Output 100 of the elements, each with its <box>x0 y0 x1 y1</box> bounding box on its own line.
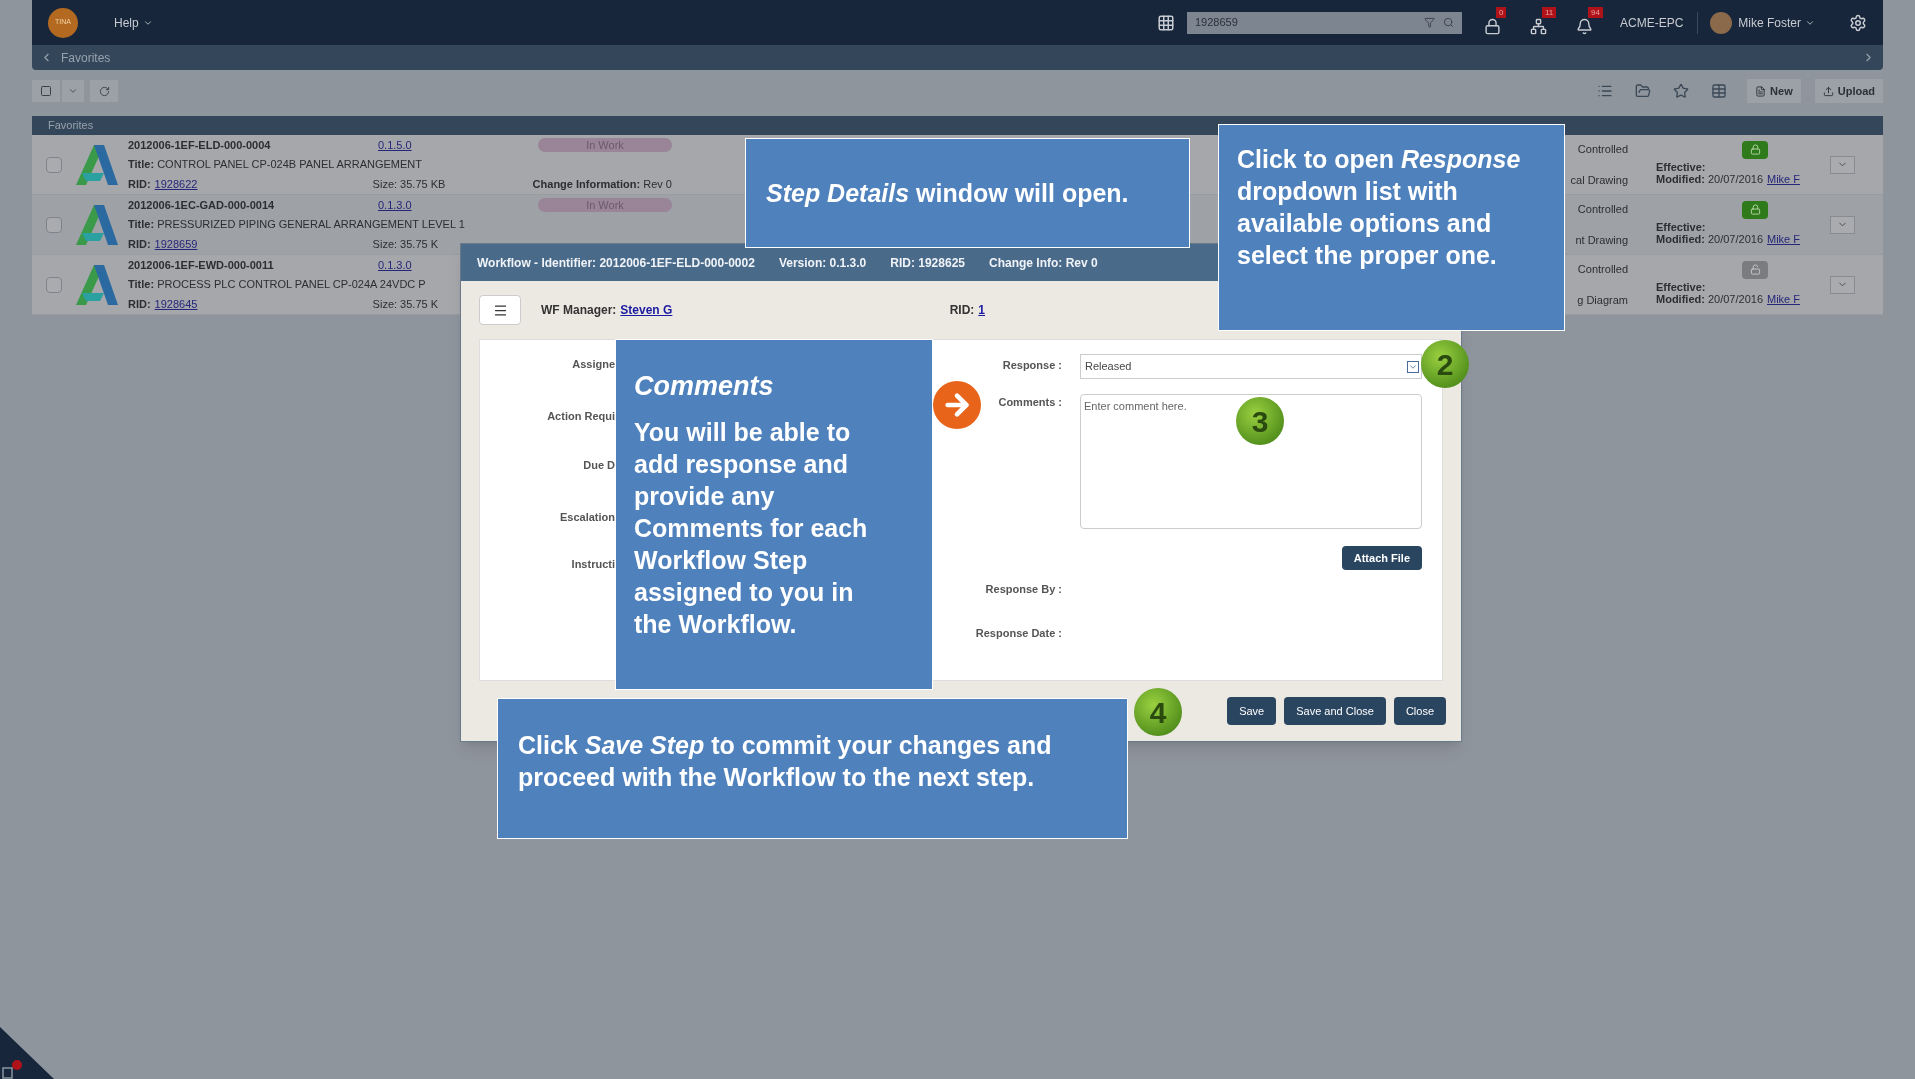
version-link[interactable]: 0.1.5.0 <box>378 136 538 154</box>
rid-link[interactable]: 1928659 <box>154 235 373 253</box>
row-menu-button[interactable] <box>1830 155 1855 174</box>
dialog-button[interactable]: Save <box>1227 697 1277 725</box>
select-all-checkbox[interactable] <box>32 80 60 102</box>
rid-link[interactable]: 1928622 <box>154 175 373 193</box>
document-state: Controlled <box>1577 261 1628 277</box>
manager-label: WF Manager: <box>541 302 617 319</box>
document-type: g Diagram <box>1577 293 1628 308</box>
star-icon[interactable] <box>1673 83 1690 99</box>
document-type: cal Drawing <box>1570 173 1628 188</box>
dialog-header-text: Version: 0.1.3.0 <box>778 254 867 272</box>
user-menu[interactable]: Mike Foster <box>1738 13 1815 32</box>
upload-button[interactable]: Upload <box>1814 79 1883 103</box>
dialog-button[interactable]: Close <box>1393 697 1446 725</box>
document-state: Controlled <box>1577 201 1628 217</box>
count-badge: 0 <box>1495 6 1507 18</box>
menu-button[interactable] <box>479 295 521 325</box>
field-label: Action Requi <box>547 408 615 424</box>
file-size: Size: 35.75 KB <box>372 177 446 190</box>
dialog-header-text: RID: 1928625 <box>890 254 965 272</box>
rid-label: RID: <box>128 236 151 252</box>
autodesk-logo-icon <box>74 202 120 247</box>
attach-file-button[interactable]: Attach File <box>1341 546 1422 570</box>
document-type: nt Drawing <box>1575 233 1628 248</box>
lock-icon <box>1749 204 1761 215</box>
unlocked-icon <box>1749 264 1761 275</box>
document-id: 2012006-1EF-ELD-000-0004 <box>128 137 272 153</box>
field-label: Instructi <box>571 557 615 572</box>
modified-date: Modified: 20/07/2016 <box>1656 172 1763 185</box>
document-id: 2012006-1EC-GAD-000-0014 <box>128 197 276 213</box>
document-title: Title: PROCESS PLC CONTROL PANEL CP-024A 24VDC P <box>128 277 427 293</box>
lock-icon[interactable] <box>1483 17 1501 35</box>
file-size: Size: 35.75 K <box>372 237 439 250</box>
effective-label: Effective: <box>1656 160 1707 173</box>
document-icon <box>1755 85 1767 97</box>
autodesk-logo-icon <box>74 142 120 187</box>
callout-title: Comments <box>634 370 775 402</box>
rid-link[interactable]: 1 <box>978 301 985 319</box>
dialog-button[interactable]: Save and Close <box>1284 697 1386 725</box>
locked-badge[interactable] <box>1742 200 1768 219</box>
settings-icon[interactable] <box>1849 13 1867 32</box>
folder-icon[interactable] <box>1635 83 1652 99</box>
response-dropdown[interactable]: Released <box>1080 354 1422 379</box>
response-value: Released <box>1085 359 1133 375</box>
rid-link[interactable]: 1928645 <box>154 295 373 313</box>
refresh-button[interactable] <box>90 80 118 102</box>
upload-icon <box>1822 85 1834 97</box>
document-title: Title: PRESSURIZED PIPING GENERAL ARRANGEMENT LEVEL 1 <box>128 217 466 233</box>
panel-title: Favorites <box>48 118 94 134</box>
row-menu-button[interactable] <box>1830 215 1855 234</box>
manager-link[interactable]: Steven G <box>620 301 673 319</box>
rid-label: RID: <box>128 296 151 312</box>
help-menu[interactable]: Help <box>114 13 153 32</box>
file-size: Size: 35.75 K <box>372 297 439 310</box>
user-link[interactable]: Mike F <box>1767 292 1800 305</box>
modified-date: Modified: 20/07/2016 <box>1656 292 1763 305</box>
caret-icon <box>1407 360 1419 373</box>
search-icon[interactable] <box>1442 17 1454 28</box>
hierarchy-icon[interactable] <box>1529 17 1547 35</box>
caret-icon <box>68 86 78 96</box>
lock-icon <box>1749 144 1761 155</box>
row-checkbox[interactable] <box>46 216 62 233</box>
dialog-header-text: Change Info: Rev 0 <box>989 254 1098 272</box>
field-label: Due D <box>583 458 615 473</box>
locked-badge[interactable] <box>1742 140 1768 159</box>
version-link[interactable]: 0.1.3.0 <box>378 196 538 214</box>
bell-icon[interactable] <box>1575 17 1593 35</box>
effective-label: Effective: <box>1656 220 1707 233</box>
search-field[interactable]: 1928659 <box>1186 11 1462 34</box>
unlocked-badge[interactable] <box>1742 260 1768 279</box>
menu-icon <box>492 302 508 318</box>
count-badge: 11 <box>1541 6 1557 18</box>
user-link[interactable]: Mike F <box>1767 232 1800 245</box>
callout-text: Click to open Response dropdown list with available options and select the proper one. <box>1237 145 1521 269</box>
document-state: Controlled <box>1577 141 1628 157</box>
row-checkbox[interactable] <box>46 276 62 293</box>
response-label: Response : <box>1002 358 1062 373</box>
callout-text: You will be able to add response and provide any Comments for each Workflow Step assigned to you in the Workflow. <box>634 417 869 640</box>
effective-label: Effective: <box>1656 280 1707 293</box>
list-view-icon[interactable] <box>1597 83 1614 99</box>
filter-icon[interactable] <box>1423 17 1435 28</box>
avatar <box>1710 11 1733 34</box>
breadcrumb-label[interactable]: Favorites <box>61 48 111 67</box>
row-checkbox[interactable] <box>46 156 62 173</box>
document-id: 2012006-1EF-EWD-000-0011 <box>128 257 275 273</box>
field-label: Escalation <box>559 509 615 525</box>
table-view-icon[interactable] <box>1711 83 1728 99</box>
callout-text: Click Save Step to commit your changes and proceed with the Workflow to the next step. <box>518 731 1052 791</box>
response-by-label: Response By : <box>985 582 1062 597</box>
new-button[interactable]: New <box>1747 79 1801 103</box>
checkbox-icon <box>40 85 52 97</box>
rid-label: RID: <box>949 302 975 319</box>
change-information: Change Information: Rev 0 <box>532 176 672 192</box>
dialog-header-text: Workflow - Identifier: 2012006-1EF-ELD-000-0002 <box>477 254 755 272</box>
company-name[interactable]: ACME-EPC <box>1619 13 1684 32</box>
apps-grid-icon[interactable] <box>1156 13 1175 32</box>
autodesk-logo-icon <box>74 262 120 307</box>
row-menu-button[interactable] <box>1830 275 1855 294</box>
user-link[interactable]: Mike F <box>1767 172 1800 185</box>
